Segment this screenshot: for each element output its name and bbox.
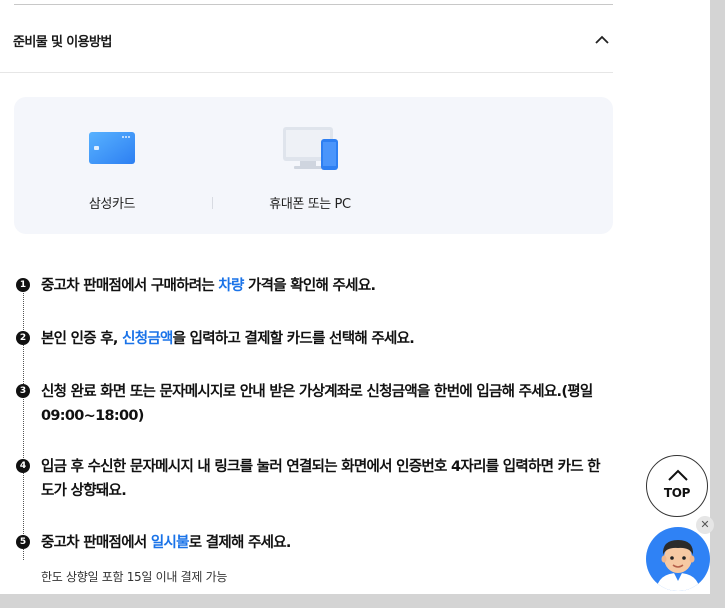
step-number: 5 [16,535,30,549]
accordion-header[interactable]: 준비물 및 이용방법 [0,14,613,73]
close-icon[interactable]: ✕ [696,516,714,534]
step-number: 4 [16,459,30,473]
step-text: 본인 인증 후, 신청금액을 입력하고 결제할 카드를 선택해 주세요. [41,327,601,351]
content-panel: 준비물 및 이용방법 삼성카드 휴대폰 또는 PC 1 중고차 판매점에서 구매… [0,0,710,608]
limit-note: 한도 상향일 포함 15일 이내 결제 가능 [41,570,228,584]
step-text: 입금 후 수신한 문자메시지 내 링크를 눌러 연결되는 화면에서 인증번호 4… [41,455,601,503]
step-text: 중고차 판매점에서 일시불로 결제해 주세요. [41,531,601,555]
prep-label-card: 삼성카드 [88,197,136,212]
step-text: 신청 완료 화면 또는 문자메시지로 안내 받은 가상계좌로 신청금액을 한번에… [41,380,601,428]
step-text-part: 중고차 판매점에서 [41,535,151,551]
step-text-part: 을 입력하고 결제할 카드를 선택해 주세요. [172,331,415,347]
step-number: 1 [16,278,30,292]
step-text-part: 입금 후 수신한 문자메시지 내 링크를 눌러 연결되는 화면에서 인증번호 4… [41,459,601,499]
timeline-line [23,288,24,560]
step-text-part: 신청 완료 화면 또는 문자메시지로 안내 받은 가상계좌로 신청금액을 한번에… [41,384,593,424]
prep-item-card: 삼성카드 [48,97,176,234]
chevron-up-icon [668,469,688,481]
bottom-strip [0,594,725,608]
chevron-up-icon [595,35,609,44]
chatbot-avatar-button[interactable] [646,527,710,591]
prep-item-device: 휴대폰 또는 PC [240,97,380,234]
step-highlight: 차량 [218,278,244,294]
section-title: 준비물 및 이용방법 [13,35,112,50]
avatar-icon [656,540,700,591]
divider [212,197,213,209]
top-label: TOP [663,486,691,500]
step-number: 2 [16,331,30,345]
step-highlight: 신청금액 [122,331,173,347]
step-text-part: 가격을 확인해 주세요. [243,278,376,294]
credit-card-icon [89,132,135,164]
scroll-top-button[interactable]: TOP [646,455,708,517]
step-text-part: 본인 인증 후, [41,331,123,347]
collapse-button[interactable] [588,28,616,52]
divider [14,4,613,5]
step-text-part: 중고차 판매점에서 구매하려는 [41,278,219,294]
prep-label-device: 휴대폰 또는 PC [269,197,351,212]
step-highlight: 일시불 [150,535,190,551]
step-text: 중고차 판매점에서 구매하려는 차량 가격을 확인해 주세요. [41,274,601,298]
step-text-part: 로 결제해 주세요. [188,535,292,551]
step-number: 3 [16,384,30,398]
preparation-box: 삼성카드 휴대폰 또는 PC [14,97,613,234]
device-icon [283,127,338,170]
